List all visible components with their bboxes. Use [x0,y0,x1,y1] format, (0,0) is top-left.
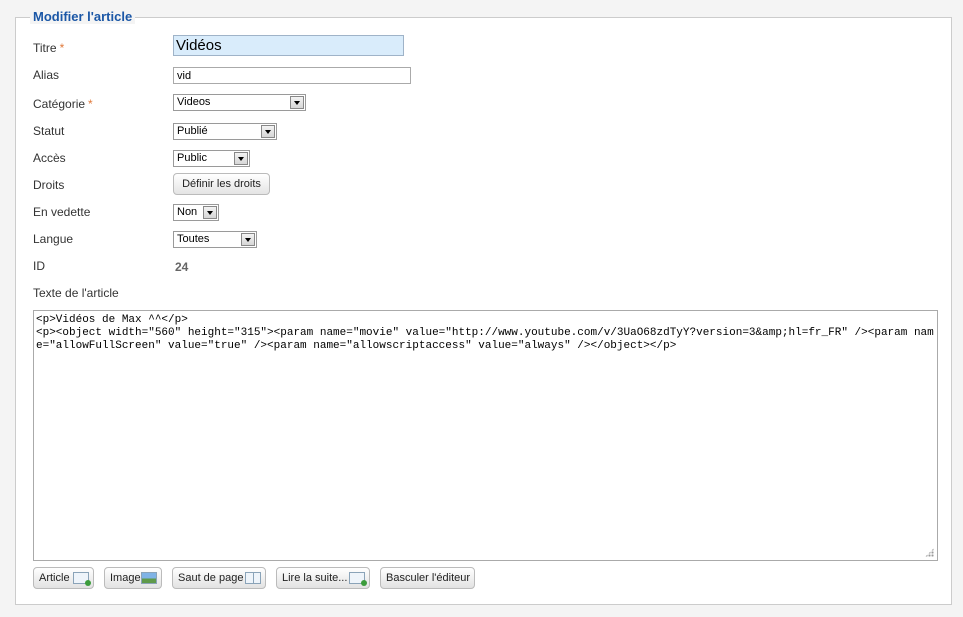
id-value: 24 [175,260,189,274]
article-add-icon [73,572,91,586]
chevron-down-icon [203,206,217,219]
fieldset-legend: Modifier l'article [30,9,136,24]
insert-article-button[interactable]: Article [33,567,94,589]
chevron-down-icon [241,233,255,246]
featured-value: Non [177,206,198,218]
access-value: Public [177,152,207,164]
article-text-editor[interactable]: <p>Vidéos de Max ^^</p> <p><object width… [33,310,938,561]
required-mark: * [59,41,65,55]
page-break-label: Saut de page [178,572,244,584]
title-label-text: Titre [33,41,57,55]
insert-image-button[interactable]: Image [104,567,162,589]
insert-article-label: Article [39,572,70,584]
read-more-label: Lire la suite... [282,572,348,584]
featured-label: En vedette [33,205,91,219]
resize-grip-icon[interactable] [925,548,934,557]
id-label: ID [33,259,45,273]
category-select[interactable]: Videos [173,94,306,111]
page-break-button[interactable]: Saut de page [172,567,266,589]
category-label: Catégorie * [33,97,93,111]
language-value: Toutes [177,233,210,245]
insert-image-label: Image [110,572,141,584]
access-select[interactable]: Public [173,150,250,167]
title-input[interactable] [173,35,404,56]
category-value: Videos [177,96,211,108]
language-select[interactable]: Toutes [173,231,257,248]
alias-label: Alias [33,68,60,82]
alias-input[interactable] [173,67,411,84]
rights-label: Droits [33,178,65,192]
article-text-label: Texte de l'article [33,286,119,300]
category-label-text: Catégorie [33,97,86,111]
status-value: Publié [177,125,208,137]
chevron-down-icon [234,152,248,165]
set-rights-button[interactable]: Définir les droits [173,173,270,195]
status-select[interactable]: Publié [173,123,277,140]
title-label: Titre * [33,41,64,55]
access-label: Accès [33,151,66,165]
chevron-down-icon [261,125,275,138]
toggle-editor-button[interactable]: Basculer l'éditeur [380,567,475,589]
status-label: Statut [33,124,65,138]
featured-select[interactable]: Non [173,204,219,221]
readmore-icon [349,572,367,586]
toggle-editor-label: Basculer l'éditeur [386,572,471,584]
image-icon [141,572,157,584]
pagebreak-icon [245,572,261,584]
language-label: Langue [33,232,74,246]
read-more-button[interactable]: Lire la suite... [276,567,370,589]
chevron-down-icon [290,96,304,109]
required-mark: * [88,97,93,111]
editor-content: <p>Vidéos de Max ^^</p> <p><object width… [36,314,934,352]
